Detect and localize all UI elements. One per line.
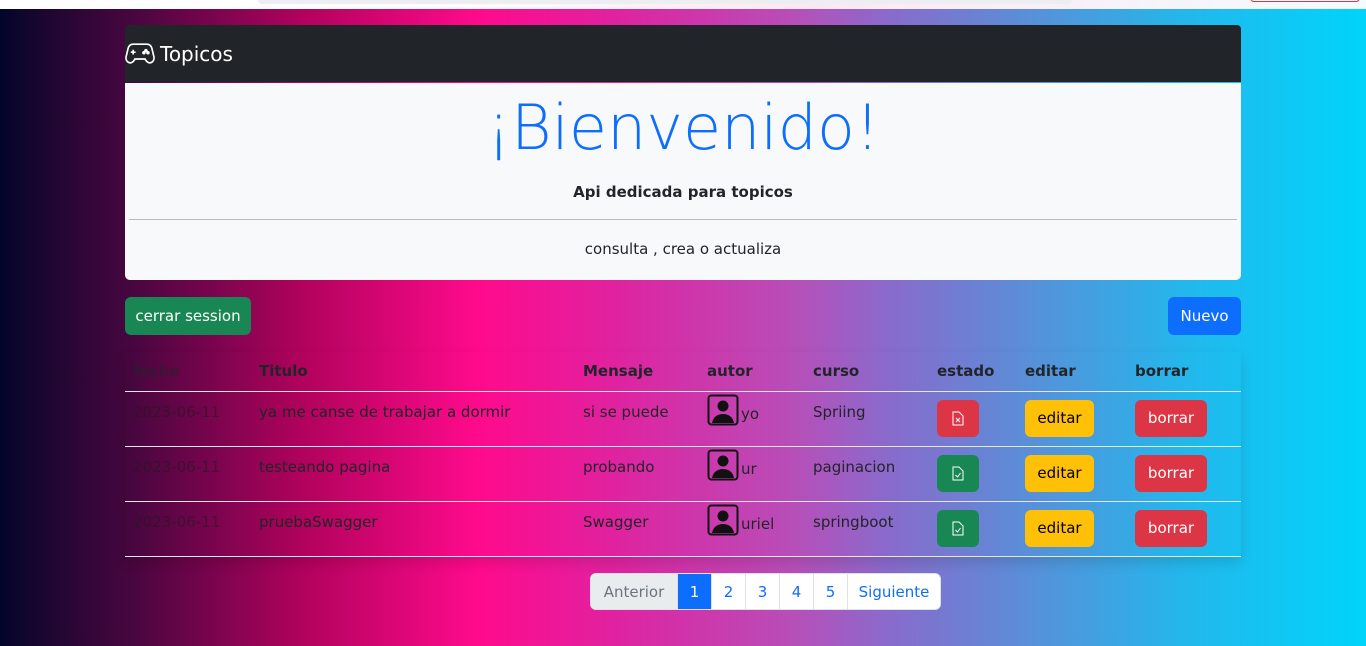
cell-curso: paginacion xyxy=(813,457,896,476)
person-square-icon xyxy=(707,504,739,535)
cell-borrar: borrar xyxy=(1127,391,1241,446)
status-button[interactable] xyxy=(937,509,979,547)
welcome-title: ¡Bienvenido! xyxy=(486,91,880,164)
header-titulo: Titulo xyxy=(259,362,308,381)
person-square-icon xyxy=(707,394,739,425)
file-check-icon xyxy=(952,521,964,535)
pagination-next[interactable]: Siguiente xyxy=(847,574,940,609)
cell-autor: uriel xyxy=(699,501,805,556)
new-topic-button[interactable]: Nuevo xyxy=(1168,297,1241,335)
cell-autor: ur xyxy=(699,446,805,501)
header-borrar: borrar xyxy=(1135,362,1189,381)
logout-button[interactable]: cerrar session xyxy=(125,297,251,335)
author-name: yo xyxy=(741,405,760,423)
cell-estado xyxy=(929,501,1017,556)
pagination-page-5[interactable]: 5 xyxy=(813,574,847,609)
cell-mensaje: si se puede xyxy=(583,402,669,421)
pagination-page-4[interactable]: 4 xyxy=(779,574,813,609)
delete-button[interactable]: borrar xyxy=(1135,454,1207,492)
cell-fecha: 2023-06-11 xyxy=(133,402,221,421)
cell-titulo: pruebaSwagger xyxy=(259,512,378,531)
pagination-page-1[interactable]: 1 xyxy=(677,574,711,609)
edit-button[interactable]: editar xyxy=(1025,454,1094,492)
file-check-icon xyxy=(952,466,964,480)
topics-table: fecha Titulo Mensaje autor curso estado … xyxy=(125,352,1241,557)
top-right-button[interactable] xyxy=(1250,0,1360,2)
browser-top-strip xyxy=(0,0,1366,9)
cell-borrar: borrar xyxy=(1127,501,1241,556)
welcome-tagline: consulta , crea o actualiza xyxy=(584,240,782,258)
cell-titulo: ya me canse de trabajar a dormir xyxy=(259,402,511,421)
cell-editar: editar xyxy=(1017,501,1127,556)
delete-button[interactable]: borrar xyxy=(1135,399,1207,437)
table-row: 2023-06-11 pruebaSwagger Swagger uriel s… xyxy=(125,501,1241,556)
header-editar: editar xyxy=(1025,362,1076,381)
pagination: Anterior 1 2 3 4 5 Siguiente xyxy=(590,573,941,610)
author: uriel xyxy=(707,504,775,536)
cell-mensaje: Swagger xyxy=(583,512,649,531)
file-x-icon xyxy=(952,411,964,425)
status-button[interactable] xyxy=(937,399,979,437)
divider xyxy=(129,219,1237,220)
cell-curso: springboot xyxy=(813,512,894,531)
cell-editar: editar xyxy=(1017,391,1127,446)
delete-button[interactable]: borrar xyxy=(1135,509,1207,547)
address-bar xyxy=(258,0,1072,4)
cell-titulo: testeando pagina xyxy=(259,457,391,476)
header-fecha: fecha xyxy=(133,362,180,381)
header-estado: estado xyxy=(937,362,995,381)
author: ur xyxy=(707,449,757,481)
author: yo xyxy=(707,394,760,426)
cell-mensaje: probando xyxy=(583,457,655,476)
author-name: uriel xyxy=(741,515,775,533)
welcome-subtitle: Api dedicada para topicos xyxy=(573,183,793,201)
status-button[interactable] xyxy=(937,454,979,492)
cell-estado xyxy=(929,391,1017,446)
header-curso: curso xyxy=(813,362,860,381)
table-row: 2023-06-11 testeando pagina probando ur … xyxy=(125,446,1241,501)
pagination-prev[interactable]: Anterior xyxy=(591,574,677,609)
edit-button[interactable]: editar xyxy=(1025,399,1094,437)
pagination-page-3[interactable]: 3 xyxy=(745,574,779,609)
cell-borrar: borrar xyxy=(1127,446,1241,501)
cell-fecha: 2023-06-11 xyxy=(133,457,221,476)
cell-autor: yo xyxy=(699,391,805,446)
cell-fecha: 2023-06-11 xyxy=(133,512,221,531)
edit-button[interactable]: editar xyxy=(1025,509,1094,547)
controller-icon xyxy=(125,42,155,64)
navbar-brand[interactable]: Topicos xyxy=(125,42,233,66)
author-name: ur xyxy=(741,460,757,478)
cell-estado xyxy=(929,446,1017,501)
pagination-page-2[interactable]: 2 xyxy=(711,574,745,609)
table-row: 2023-06-11 ya me canse de trabajar a dor… xyxy=(125,391,1241,446)
header-mensaje: Mensaje xyxy=(583,362,654,381)
cell-curso: Spriing xyxy=(813,402,866,421)
person-square-icon xyxy=(707,449,739,480)
navbar: Topicos xyxy=(125,25,1241,82)
welcome-jumbotron: ¡Bienvenido! Api dedicada para topicos c… xyxy=(125,83,1241,280)
brand-label: Topicos xyxy=(160,41,233,66)
table-header-row: fecha Titulo Mensaje autor curso estado … xyxy=(125,352,1241,391)
cell-editar: editar xyxy=(1017,446,1127,501)
header-autor: autor xyxy=(707,362,753,381)
